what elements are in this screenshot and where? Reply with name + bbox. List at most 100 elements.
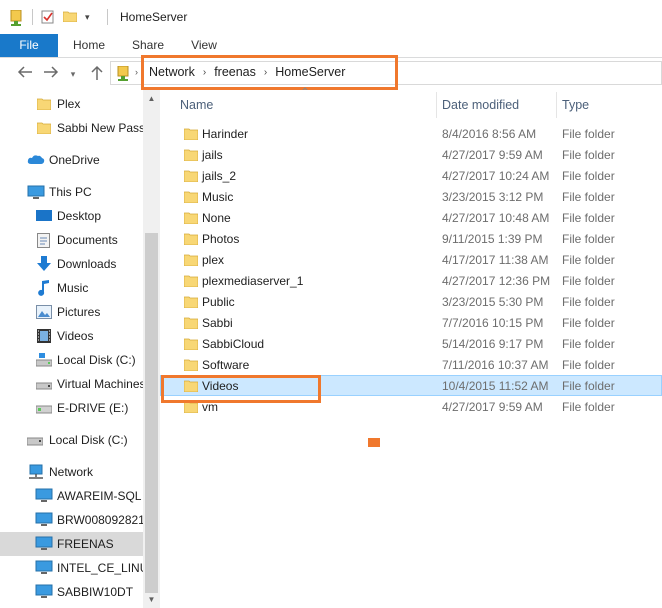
file-date: 7/11/2016 10:37 AM bbox=[442, 358, 549, 372]
sidebar-item-brw0080928215[interactable]: BRW0080928215 bbox=[0, 508, 143, 532]
sidebar-item-downloads[interactable]: Downloads bbox=[0, 252, 143, 276]
new-folder-icon[interactable] bbox=[62, 10, 78, 24]
sidebar-item-label: OneDrive bbox=[49, 153, 100, 167]
drive-icon bbox=[35, 379, 53, 393]
sidebar-item-awareim-sql[interactable]: AWAREIM-SQL bbox=[0, 484, 143, 508]
sidebar-item-onedrive[interactable]: OneDrive bbox=[0, 148, 143, 172]
file-row[interactable]: Harinder 8/4/2016 8:56 AM File folder bbox=[160, 123, 662, 144]
customize-toolbar-icon[interactable]: ▾ bbox=[85, 10, 99, 24]
sidebar-item-documents[interactable]: Documents bbox=[0, 228, 143, 252]
cursor-marker bbox=[368, 438, 380, 447]
up-button[interactable] bbox=[88, 65, 106, 83]
computer-icon bbox=[35, 536, 53, 550]
file-type: File folder bbox=[562, 400, 615, 414]
pc-icon[interactable] bbox=[10, 10, 24, 26]
sidebar-item-local-disk-c-root[interactable]: Local Disk (C:) bbox=[0, 428, 143, 452]
folder-icon bbox=[183, 170, 199, 183]
sidebar-item-freenas[interactable]: FREENAS bbox=[0, 532, 143, 556]
file-name: jails bbox=[202, 148, 223, 162]
file-date: 4/27/2017 9:59 AM bbox=[442, 400, 543, 414]
file-row[interactable]: plex 4/17/2017 11:38 AM File folder bbox=[160, 249, 662, 270]
file-row[interactable]: jails 4/27/2017 9:59 AM File folder bbox=[160, 144, 662, 165]
file-date: 3/23/2015 3:12 PM bbox=[442, 190, 544, 204]
drive-icon bbox=[35, 403, 53, 417]
folder-icon bbox=[183, 128, 199, 141]
computer-icon bbox=[35, 488, 53, 502]
file-row[interactable]: Music 3/23/2015 3:12 PM File folder bbox=[160, 186, 662, 207]
file-row[interactable]: SabbiCloud 5/14/2016 9:17 PM File folder bbox=[160, 333, 662, 354]
file-type: File folder bbox=[562, 190, 615, 204]
file-row[interactable]: jails_2 4/27/2017 10:24 AM File folder bbox=[160, 165, 662, 186]
navigation-scrollbar[interactable]: ▲ ▼ bbox=[143, 90, 160, 608]
sidebar-item-music[interactable]: Music bbox=[0, 276, 143, 300]
local-disk-icon bbox=[35, 353, 53, 367]
scrollbar-thumb[interactable] bbox=[145, 233, 158, 593]
file-date: 4/27/2017 10:48 AM bbox=[442, 211, 550, 225]
sidebar-item-label: Plex bbox=[57, 97, 81, 111]
file-row[interactable]: None 4/27/2017 10:48 AM File folder bbox=[160, 207, 662, 228]
sidebar-item-label: INTEL_CE_LINUX bbox=[57, 561, 143, 575]
tab-home[interactable]: Home bbox=[66, 34, 112, 57]
sidebar-item-local-disk-c[interactable]: Local Disk (C:) bbox=[0, 348, 143, 372]
sidebar-item-this-pc[interactable]: This PC bbox=[0, 180, 143, 204]
downloads-icon bbox=[36, 256, 52, 271]
sidebar-item-sabbiw10dt[interactable]: SABBIW10DT bbox=[0, 580, 143, 604]
folder-icon bbox=[183, 149, 199, 162]
videos-highlight-box bbox=[161, 375, 321, 403]
folder-icon bbox=[183, 359, 199, 372]
file-type: File folder bbox=[562, 295, 615, 309]
scroll-down-icon[interactable]: ▼ bbox=[143, 591, 160, 608]
file-row[interactable]: Software 7/11/2016 10:37 AM File folder bbox=[160, 354, 662, 375]
column-header-date[interactable]: Date modified bbox=[442, 94, 519, 116]
file-name: Sabbi bbox=[202, 316, 233, 330]
file-date: 4/27/2017 10:24 AM bbox=[442, 169, 550, 183]
column-header-type[interactable]: Type bbox=[562, 94, 589, 116]
folder-icon bbox=[183, 212, 199, 225]
folder-icon bbox=[183, 275, 199, 288]
sidebar-item-videos[interactable]: Videos bbox=[0, 324, 143, 348]
file-name: plex bbox=[202, 253, 225, 267]
folder-icon bbox=[183, 191, 199, 204]
sidebar-item-label: Desktop bbox=[57, 209, 102, 223]
file-name: plexmediaserver_1 bbox=[202, 274, 304, 288]
file-list: Name Date modified Type Harinder 8/4/201… bbox=[160, 90, 662, 608]
file-date: 7/7/2016 10:15 PM bbox=[442, 316, 544, 330]
file-row[interactable]: Photos 9/11/2015 1:39 PM File folder bbox=[160, 228, 662, 249]
column-header-name[interactable]: Name bbox=[180, 94, 213, 116]
network-icon bbox=[26, 464, 43, 479]
file-type: File folder bbox=[562, 274, 615, 288]
sidebar-item-virtual-machines[interactable]: Virtual Machines bbox=[0, 372, 143, 396]
divider bbox=[32, 9, 33, 25]
network-location-icon bbox=[117, 65, 130, 81]
file-row[interactable]: Public 3/23/2015 5:30 PM File folder bbox=[160, 291, 662, 312]
sidebar-item-desktop[interactable]: Desktop bbox=[0, 204, 143, 228]
sidebar-item-pictures[interactable]: Pictures bbox=[0, 300, 143, 324]
tab-share[interactable]: Share bbox=[124, 34, 172, 57]
tab-view[interactable]: View bbox=[184, 34, 224, 57]
file-row[interactable]: Sabbi 7/7/2016 10:15 PM File folder bbox=[160, 312, 662, 333]
file-date: 4/17/2017 11:38 AM bbox=[442, 253, 549, 267]
sidebar-item-label: Sabbi New Passp bbox=[57, 121, 143, 135]
file-name: Public bbox=[202, 295, 235, 309]
breadcrumb-chevron-icon[interactable]: › bbox=[135, 67, 138, 77]
tab-file[interactable]: File bbox=[0, 34, 58, 57]
sidebar-item-plex[interactable]: Plex bbox=[0, 92, 143, 116]
sidebar-item-label: Music bbox=[57, 281, 89, 295]
properties-icon[interactable] bbox=[41, 10, 55, 24]
scroll-up-icon[interactable]: ▲ bbox=[143, 90, 160, 107]
this-pc-icon bbox=[27, 185, 45, 199]
file-row[interactable]: plexmediaserver_1 4/27/2017 12:36 PM Fil… bbox=[160, 270, 662, 291]
column-divider[interactable] bbox=[556, 92, 557, 118]
folder-icon bbox=[183, 254, 199, 267]
back-button[interactable] bbox=[16, 65, 34, 83]
forward-button[interactable] bbox=[42, 65, 60, 83]
recent-locations-chevron-icon[interactable]: ▾ bbox=[64, 65, 82, 83]
sidebar-item-label: Downloads bbox=[57, 257, 117, 271]
computer-icon bbox=[35, 512, 53, 526]
sidebar-item-e-drive[interactable]: E-DRIVE (E:) bbox=[0, 396, 143, 420]
sidebar-item-network[interactable]: Network bbox=[0, 460, 143, 484]
column-divider[interactable] bbox=[436, 92, 437, 118]
folder-icon bbox=[183, 233, 199, 246]
sidebar-item-intel-ce-linux[interactable]: INTEL_CE_LINUX bbox=[0, 556, 143, 580]
sidebar-item-sabbi-new-passp[interactable]: Sabbi New Passp bbox=[0, 116, 143, 140]
